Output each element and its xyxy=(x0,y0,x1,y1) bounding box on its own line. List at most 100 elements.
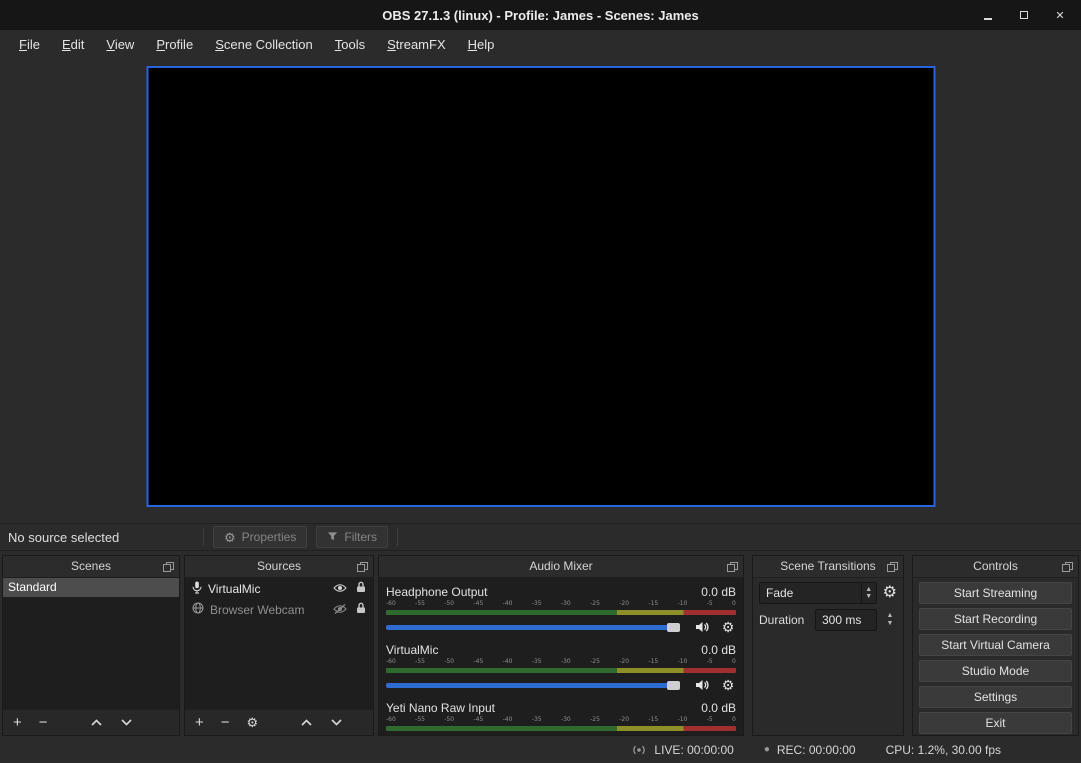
chevron-up-icon xyxy=(90,718,103,727)
filters-button[interactable]: Filters xyxy=(316,526,388,548)
scene-item-standard[interactable]: Standard xyxy=(3,578,179,597)
source-properties-button[interactable]: ⚙ xyxy=(247,716,259,729)
lock-icon[interactable] xyxy=(356,581,366,596)
dock-float-button[interactable] xyxy=(1061,561,1073,573)
source-item-browser-webcam[interactable]: Browser Webcam xyxy=(185,599,373,620)
record-icon: ● xyxy=(764,745,770,755)
meter-tick-label: -50 xyxy=(444,716,454,724)
sources-panel: Sources VirtualMic xyxy=(184,555,374,736)
duration-spin-arrows[interactable]: ▲ ▼ xyxy=(883,612,897,628)
remove-source-button[interactable]: − xyxy=(221,715,230,730)
meter-tick-label: -20 xyxy=(619,600,629,608)
meter-tick-label: -35 xyxy=(532,600,542,608)
menu-item-help[interactable]: Help xyxy=(457,33,506,56)
volume-slider[interactable] xyxy=(386,625,680,630)
start-virtual-camera-button[interactable]: Start Virtual Camera xyxy=(919,634,1072,656)
close-button[interactable]: ✕ xyxy=(1047,4,1073,26)
meter-tick-label: -50 xyxy=(444,658,454,666)
properties-button[interactable]: ⚙ Properties xyxy=(213,526,307,548)
move-source-down-button[interactable] xyxy=(330,715,343,730)
move-scene-up-button[interactable] xyxy=(90,715,103,730)
dock-float-button[interactable] xyxy=(886,561,898,573)
source-item-virtualmic[interactable]: VirtualMic xyxy=(185,578,373,599)
channel-level: 0.0 dB xyxy=(701,643,736,657)
move-scene-down-button[interactable] xyxy=(120,715,133,730)
maximize-button[interactable] xyxy=(1011,4,1037,26)
controls-panel-header[interactable]: Controls xyxy=(913,556,1078,578)
visibility-icon[interactable] xyxy=(333,582,347,596)
status-bar: LIVE: 00:00:00 ● REC: 00:00:00 CPU: 1.2%… xyxy=(0,736,1081,763)
meter-tick-label: -60 xyxy=(386,716,396,724)
meter-tick-label: -15 xyxy=(648,716,658,724)
menu-item-view[interactable]: View xyxy=(95,33,145,56)
mute-button[interactable] xyxy=(693,679,711,691)
add-source-button[interactable]: + xyxy=(195,715,204,730)
dock-float-button[interactable] xyxy=(356,561,368,573)
dock-float-button[interactable] xyxy=(162,561,174,573)
exit-button[interactable]: Exit xyxy=(919,712,1072,734)
sources-panel-header[interactable]: Sources xyxy=(185,556,373,578)
scenes-panel-header[interactable]: Scenes xyxy=(3,556,179,578)
move-source-up-button[interactable] xyxy=(300,715,313,730)
mute-button[interactable] xyxy=(693,621,711,633)
maximize-icon xyxy=(1020,11,1028,19)
toolbar-separator xyxy=(397,528,398,546)
audio-mixer-panel-header[interactable]: Audio Mixer xyxy=(379,556,743,578)
settings-button[interactable]: Settings xyxy=(919,686,1072,708)
channel-name: VirtualMic xyxy=(386,643,438,657)
window-title: OBS 27.1.3 (linux) - Profile: James - Sc… xyxy=(382,8,698,23)
source-row-icons xyxy=(333,602,366,617)
lock-icon[interactable] xyxy=(356,602,366,617)
menu-item-profile[interactable]: Profile xyxy=(145,33,204,56)
microphone-icon xyxy=(192,581,202,597)
meter-tick-label: -55 xyxy=(415,716,425,724)
start-recording-button[interactable]: Start Recording xyxy=(919,608,1072,630)
transition-select[interactable]: Fade ▲ ▼ xyxy=(759,582,877,604)
menu-item-file[interactable]: File xyxy=(8,33,51,56)
meter-tick-label: -10 xyxy=(678,658,688,666)
meter-tick-label: -5 xyxy=(707,716,713,724)
globe-icon xyxy=(192,602,204,617)
studio-mode-button[interactable]: Studio Mode xyxy=(919,660,1072,682)
volume-slider-handle[interactable] xyxy=(667,681,680,690)
volume-meter xyxy=(386,610,736,615)
menu-item-streamfx[interactable]: StreamFX xyxy=(376,33,457,56)
preview-canvas[interactable] xyxy=(146,66,935,507)
minimize-icon xyxy=(984,18,992,20)
scene-transitions-panel-title: Scene Transitions xyxy=(753,556,903,577)
meter-tick-label: -55 xyxy=(415,658,425,666)
mixer-channel-yeti-nano: Yeti Nano Raw Input 0.0 dB -60-55-50-45-… xyxy=(386,700,736,731)
transition-select-arrows[interactable]: ▲ ▼ xyxy=(861,583,876,603)
volume-slider[interactable] xyxy=(386,683,680,688)
start-streaming-button[interactable]: Start Streaming xyxy=(919,582,1072,604)
scene-transitions-panel-header[interactable]: Scene Transitions xyxy=(753,556,903,578)
meter-tick-label: -30 xyxy=(561,658,571,666)
filters-label: Filters xyxy=(344,530,377,544)
channel-settings-button[interactable]: ⚙ xyxy=(720,678,736,692)
channel-name: Yeti Nano Raw Input xyxy=(386,701,495,715)
meter-tick-label: -5 xyxy=(707,658,713,666)
channel-settings-button[interactable]: ⚙ xyxy=(720,620,736,634)
menu-item-tools[interactable]: Tools xyxy=(324,33,376,56)
live-status: LIVE: 00:00:00 xyxy=(631,743,733,757)
transition-settings-button[interactable]: ⚙ xyxy=(883,585,897,601)
scene-transitions-panel: Scene Transitions Fade ▲ ▼ ⚙ xyxy=(752,555,904,736)
meter-tick-label: -10 xyxy=(678,716,688,724)
volume-slider-handle[interactable] xyxy=(667,623,680,632)
titlebar[interactable]: OBS 27.1.3 (linux) - Profile: James - Sc… xyxy=(0,0,1081,30)
menu-item-edit[interactable]: Edit xyxy=(51,33,95,56)
audio-mixer-body: Headphone Output 0.0 dB -60-55-50-45-40-… xyxy=(379,578,743,735)
duration-label: Duration xyxy=(759,613,809,627)
duration-spinbox[interactable]: 300 ms xyxy=(815,609,877,631)
dock-float-button[interactable] xyxy=(726,561,738,573)
visibility-off-icon[interactable] xyxy=(333,603,347,617)
spin-down-icon: ▼ xyxy=(865,593,872,600)
speaker-icon xyxy=(695,621,709,633)
menu-item-scene-collection[interactable]: Scene Collection xyxy=(204,33,324,56)
add-scene-button[interactable]: + xyxy=(13,715,22,730)
remove-scene-button[interactable]: − xyxy=(39,715,48,730)
volume-slider-fill xyxy=(386,625,673,630)
minimize-button[interactable] xyxy=(975,4,1001,26)
meter-tick-label: -45 xyxy=(473,600,483,608)
dock-icon xyxy=(357,562,368,572)
